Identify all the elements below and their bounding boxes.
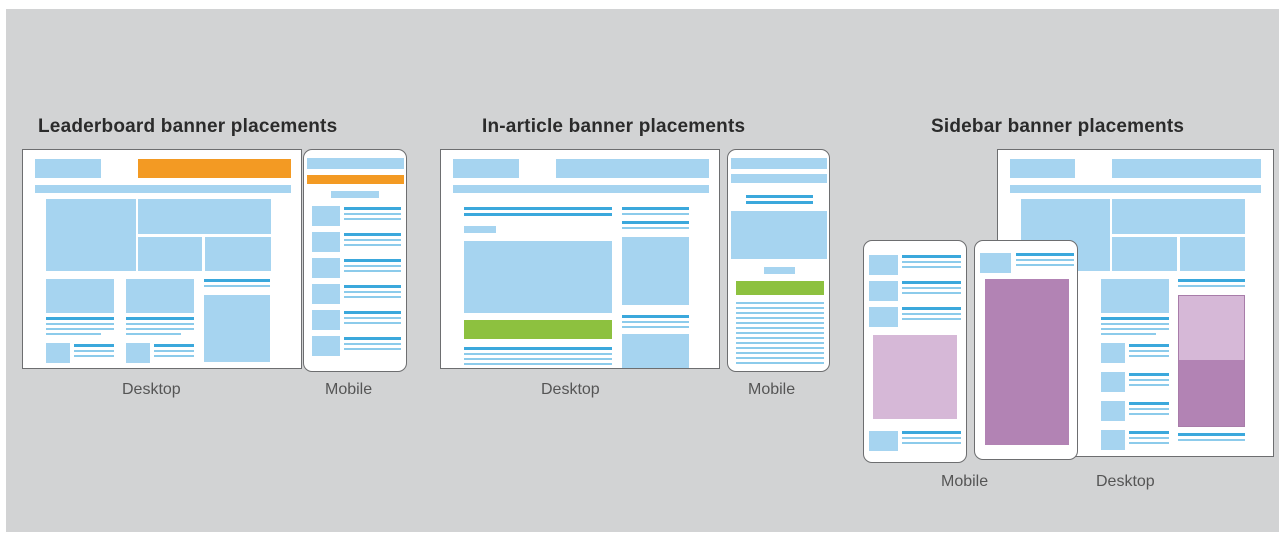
- in-article-banner-mobile: [736, 281, 824, 295]
- in-article-mobile-mockup: [727, 149, 830, 372]
- leaderboard-heading: Leaderboard banner placements: [38, 116, 338, 137]
- sidebar-banner-tablet: [985, 279, 1069, 445]
- in-article-mobile-caption: Mobile: [748, 381, 796, 398]
- sidebar-tablet-mockup: [974, 240, 1078, 460]
- sidebar-desktop-caption: Desktop: [1096, 473, 1155, 490]
- sidebar-mobile-mockup: [863, 240, 967, 463]
- diagram-canvas: Leaderboard banner placements Desktop Mo…: [6, 9, 1279, 532]
- sidebar-heading: Sidebar banner placements: [931, 116, 1185, 137]
- leaderboard-desktop-mockup: [22, 149, 302, 369]
- leaderboard-mobile-mockup: [303, 149, 407, 372]
- in-article-desktop-mockup: [440, 149, 720, 369]
- in-article-banner-desktop: [464, 320, 612, 339]
- leaderboard-mobile-caption: Mobile: [325, 381, 373, 398]
- in-article-desktop-caption: Desktop: [541, 381, 600, 398]
- leaderboard-banner-desktop: [138, 159, 291, 178]
- leaderboard-banner-mobile: [307, 175, 404, 184]
- in-article-heading: In-article banner placements: [482, 116, 746, 137]
- sidebar-banner-mobile: [873, 335, 957, 419]
- leaderboard-desktop-caption: Desktop: [122, 381, 181, 398]
- sidebar-mobile-caption: Mobile: [941, 473, 989, 490]
